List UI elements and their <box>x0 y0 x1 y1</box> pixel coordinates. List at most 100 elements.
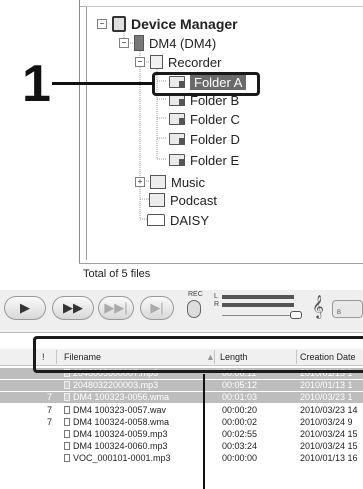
row-filename: DM4 100323-0056.wma <box>73 392 170 402</box>
row-length: 00:01:03 <box>222 392 258 402</box>
audio-file-icon <box>64 430 70 438</box>
folder-icon <box>169 113 185 125</box>
tree-item-daisy[interactable]: DAISY <box>147 211 209 229</box>
collapse-icon[interactable]: − <box>119 38 129 48</box>
tree-label-podcast: Podcast <box>170 192 217 208</box>
collapse-icon[interactable]: − <box>97 19 107 29</box>
row-date: 2010/01/13 16 <box>300 453 358 463</box>
row-length: 00:05:12 <box>222 380 258 390</box>
tree-label-folder-e: Folder E <box>190 152 240 168</box>
audio-file-icon <box>64 393 70 401</box>
next-icon: ▶▶| <box>104 300 128 315</box>
expand-icon[interactable]: + <box>135 177 145 187</box>
audio-file-icon <box>64 454 70 462</box>
table-row[interactable]: 2048032200003.mp3 00:05:12 2010/01/13 1 <box>0 380 363 391</box>
tone-button[interactable]: B <box>332 300 363 318</box>
folder-icon <box>169 133 185 145</box>
tree-item-device[interactable]: − DM4 (DM4) <box>119 34 216 52</box>
row-filename: 2048032200003.mp3 <box>73 380 159 390</box>
status-bar: Total of 5 files <box>79 263 363 285</box>
row-date: 2010/01/13 1 <box>300 380 353 390</box>
tree-item-folder-e[interactable]: Folder E <box>169 151 239 169</box>
tone-button-label: B <box>337 310 342 316</box>
level-bar-left <box>222 295 294 299</box>
audio-file-icon <box>64 418 70 426</box>
row-date: 2010/03/24 9 <box>300 417 353 427</box>
callout-number: 1 <box>22 55 51 113</box>
row-filename: DM4 100323-0057.wav <box>73 405 167 415</box>
table-row[interactable]: VOC_000101-0001.mp3 00:00:00 2010/01/13 … <box>0 453 363 464</box>
tree-label-folder-d: Folder D <box>190 131 240 147</box>
row-length: 00:03:24 <box>222 441 258 451</box>
row-length: 00:00:02 <box>222 417 258 427</box>
table-row[interactable]: 7 DM4 100323-0057.wav 00:00:20 2010/03/2… <box>0 405 363 416</box>
device-manager-icon <box>112 16 126 32</box>
level-left-label: L <box>214 293 218 300</box>
book-icon <box>147 214 165 226</box>
audio-file-icon <box>64 406 70 414</box>
row-date: 2010/03/24 15 <box>300 441 358 451</box>
tree-label-device-manager: Device Manager <box>131 16 238 32</box>
tree-label-device: DM4 (DM4) <box>149 35 217 51</box>
tree-label-folder-c: Folder C <box>190 111 240 127</box>
row-length: 00:00:00 <box>222 453 258 463</box>
next-index-button[interactable]: ▶▶| <box>98 296 134 320</box>
table-row[interactable]: DM4 100324-0060.mp3 00:03:24 2010/03/24 … <box>0 441 363 452</box>
level-bar-right <box>222 303 294 307</box>
tree-view: − Device Manager − DM4 (DM4) − Recorder … <box>86 6 363 260</box>
device-tree-panel: − Device Manager − DM4 (DM4) − Recorder … <box>79 0 363 285</box>
audio-file-icon <box>64 442 70 450</box>
play-button[interactable]: ▶ <box>4 296 46 320</box>
player-window: ▶ ▶▶ ▶▶| ▶| REC L R 𝄞 B ! Filename ▲ Len… <box>0 290 363 489</box>
recorder-device-icon <box>134 35 144 51</box>
row-flag: 7 <box>47 405 53 415</box>
tree-item-device-manager[interactable]: − Device Manager <box>97 15 238 33</box>
tree-label-daisy: DAISY <box>170 212 210 228</box>
music-icon <box>150 175 166 189</box>
level-right-label: R <box>214 301 220 308</box>
table-row[interactable]: DM4 100324-0059.mp3 00:02:55 2010/03/24 … <box>0 429 363 440</box>
tree-label-recorder: Recorder <box>168 54 222 70</box>
tree-item-folder-c[interactable]: Folder C <box>169 110 240 128</box>
tree-label-music: Music <box>171 174 205 190</box>
status-file-count: Total of 5 files <box>83 268 151 280</box>
row-date: 2010/03/23 1 <box>300 392 353 402</box>
tree-item-music[interactable]: + Music <box>135 173 205 191</box>
table-row[interactable]: 7 DM4 100323-0056.wma 00:01:03 2010/03/2… <box>0 392 363 403</box>
tree-item-recorder[interactable]: − Recorder <box>135 53 221 71</box>
row-filename: DM4 100324-0059.mp3 <box>73 429 168 439</box>
folder-icon <box>169 154 185 166</box>
row-date: 2010/03/23 14 <box>300 405 358 415</box>
callout-highlight-folder <box>152 72 260 96</box>
tree-item-podcast[interactable]: Podcast <box>149 191 217 209</box>
skip-icon: ▶| <box>150 300 164 315</box>
row-flag: 7 <box>47 417 53 427</box>
callout-pointer-line <box>203 374 205 489</box>
table-row[interactable]: 7 DM4 100324-0058.wma 00:00:02 2010/03/2… <box>0 417 363 428</box>
skip-button[interactable]: ▶| <box>140 296 174 320</box>
callout-pointer-line <box>52 82 154 85</box>
callout-highlight-files <box>33 336 363 373</box>
row-filename: DM4 100324-0060.mp3 <box>73 441 168 451</box>
podcast-icon <box>149 193 165 207</box>
microphone-icon[interactable] <box>187 300 201 318</box>
row-filename: DM4 100324-0058.wma <box>73 417 170 427</box>
volume-slider-track[interactable] <box>222 315 298 316</box>
fast-forward-button[interactable]: ▶▶ <box>52 296 94 320</box>
fast-forward-icon: ▶▶ <box>63 300 83 315</box>
play-icon: ▶ <box>20 300 30 315</box>
row-length: 00:00:20 <box>222 405 258 415</box>
treble-clef-icon[interactable]: 𝄞 <box>312 296 324 319</box>
row-length: 00:02:55 <box>222 429 258 439</box>
rec-label: REC <box>188 291 203 298</box>
row-flag: 7 <box>47 392 53 402</box>
player-toolbar: ▶ ▶▶ ▶▶| ▶| REC L R 𝄞 B <box>0 290 363 330</box>
row-date: 2010/03/24 15 <box>300 429 358 439</box>
audio-file-icon <box>64 381 70 389</box>
recorder-icon <box>150 55 163 69</box>
row-filename: VOC_000101-0001.mp3 <box>73 453 171 463</box>
tree-item-folder-d[interactable]: Folder D <box>169 130 240 148</box>
level-meter: L R <box>214 293 302 323</box>
volume-slider-handle[interactable] <box>290 311 302 319</box>
collapse-icon[interactable]: − <box>135 57 145 67</box>
